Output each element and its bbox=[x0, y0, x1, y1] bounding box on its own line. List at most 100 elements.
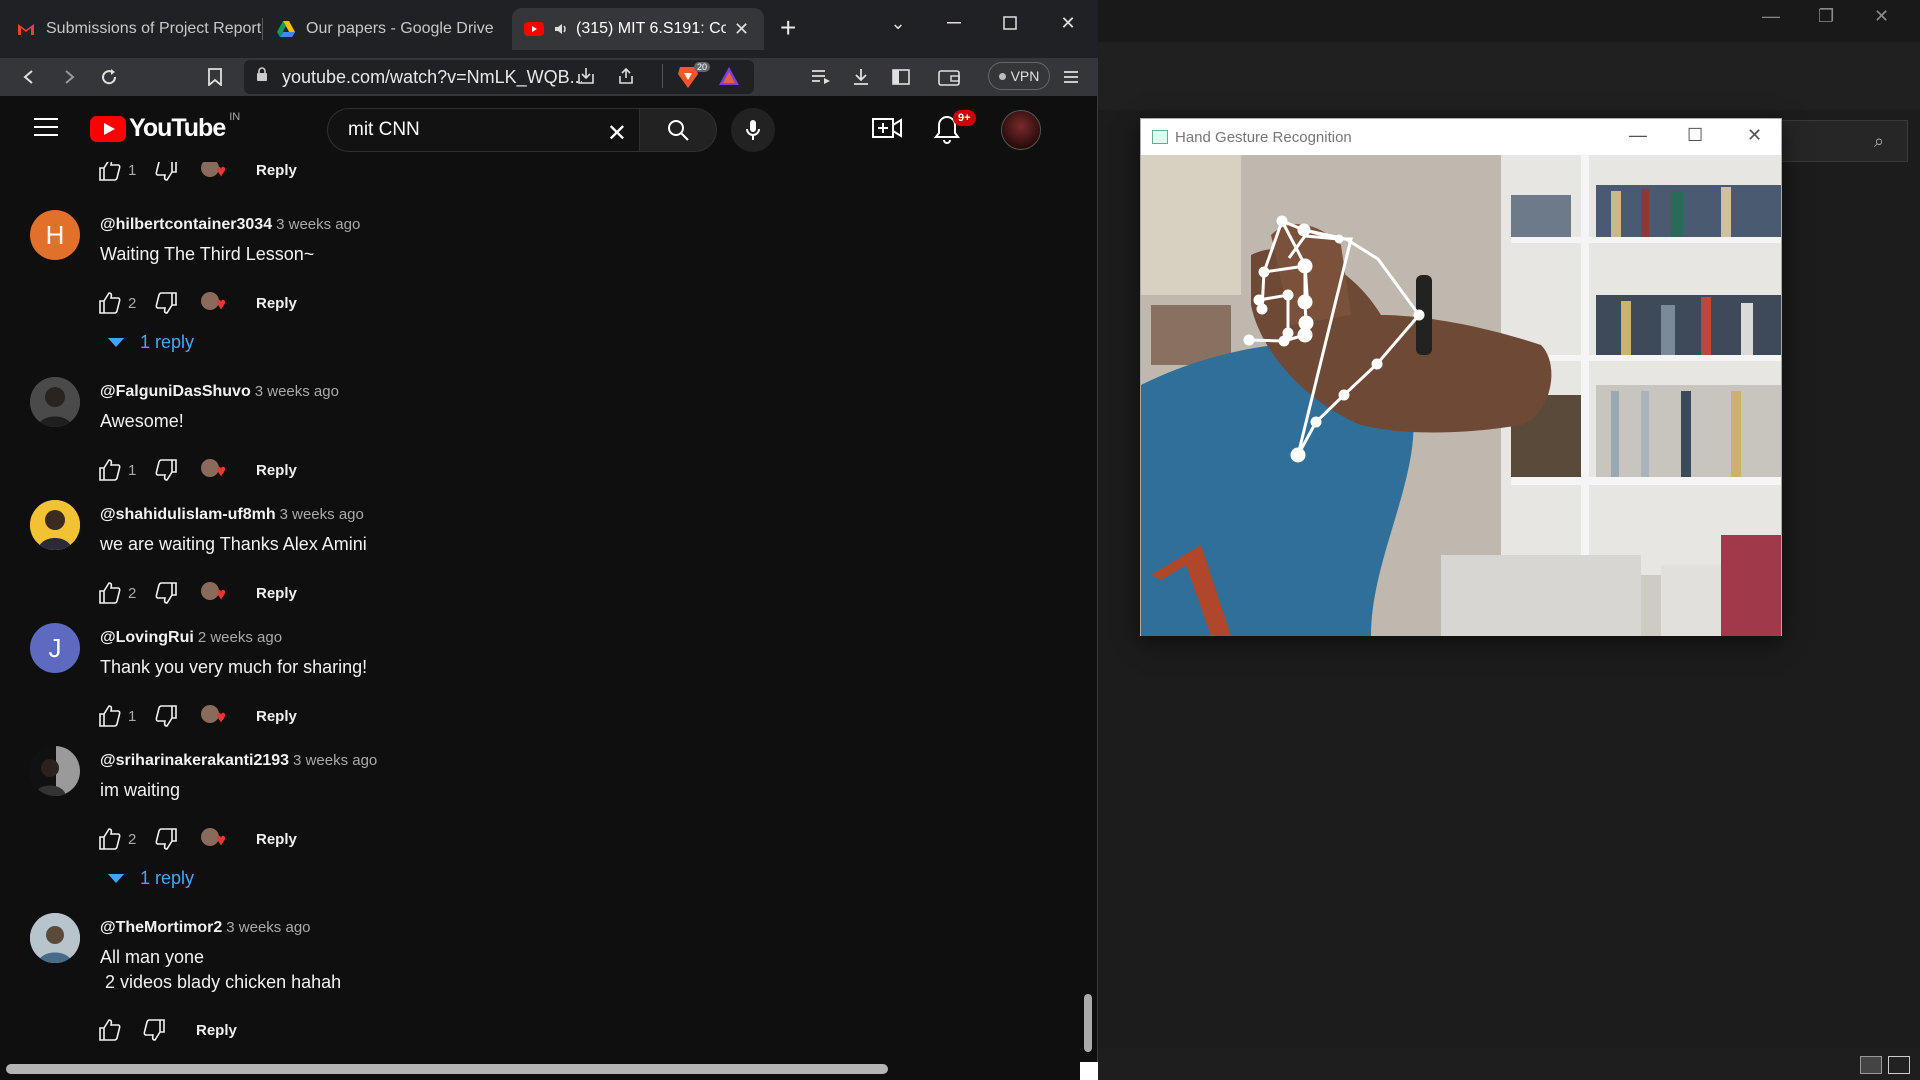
forward-button[interactable] bbox=[54, 62, 84, 92]
gesture-maximize-button[interactable]: ☐ bbox=[1687, 125, 1703, 146]
create-video-button[interactable] bbox=[872, 116, 904, 144]
dislike-icon[interactable] bbox=[152, 289, 180, 317]
comment-time[interactable]: 3 weeks ago bbox=[226, 919, 310, 936]
magnifier-icon[interactable]: ⌕ bbox=[1874, 131, 1884, 152]
comment-text-line: All man yone bbox=[100, 947, 205, 967]
brave-rewards-icon[interactable] bbox=[718, 66, 740, 91]
details-view-icon[interactable] bbox=[1860, 1056, 1882, 1074]
tab-youtube-active[interactable]: (315) MIT 6.S191: Convo ✕ bbox=[512, 8, 764, 50]
wallet-icon[interactable] bbox=[934, 62, 964, 92]
author-avatar[interactable]: J bbox=[30, 623, 80, 673]
comment-actions: 2 Reply bbox=[96, 824, 297, 854]
sidebar-toggle-icon[interactable] bbox=[886, 62, 916, 92]
guide-menu-button[interactable] bbox=[34, 118, 58, 136]
install-app-icon[interactable] bbox=[576, 66, 596, 91]
reply-button[interactable]: Reply bbox=[196, 1022, 237, 1039]
vertical-scrollbar[interactable] bbox=[1084, 994, 1092, 1052]
clear-search-icon[interactable]: ✕ bbox=[607, 119, 627, 148]
address-bar[interactable]: youtube.com/watch?v=NmLK_WQB... 20 bbox=[244, 60, 754, 94]
comment-author[interactable]: @hilbertcontainer3034 3 weeks ago bbox=[100, 216, 360, 234]
tab-search-dropdown-icon[interactable]: ⌄ bbox=[878, 8, 918, 38]
comment-time[interactable]: 3 weeks ago bbox=[293, 752, 377, 769]
account-avatar[interactable] bbox=[1001, 110, 1041, 150]
vpn-status-dot bbox=[998, 72, 1006, 80]
speaker-icon[interactable] bbox=[554, 19, 568, 39]
reply-button[interactable]: Reply bbox=[256, 585, 297, 602]
comment-author[interactable]: @shahidulislam-uf8mh 3 weeks ago bbox=[100, 506, 364, 524]
comment-author[interactable]: @sriharinakerakanti2193 3 weeks ago bbox=[100, 752, 377, 770]
comment-author[interactable]: @LovingRui 2 weeks ago bbox=[100, 629, 282, 647]
author-avatar[interactable] bbox=[30, 500, 80, 550]
reply-button[interactable]: Reply bbox=[256, 295, 297, 312]
like-icon[interactable] bbox=[96, 579, 124, 607]
tab-strip: Submissions of Project Report Our papers… bbox=[0, 0, 1098, 58]
menu-icon[interactable] bbox=[1056, 62, 1086, 92]
vpn-button[interactable]: VPN bbox=[988, 62, 1050, 90]
close-window-button[interactable]: ✕ bbox=[1048, 8, 1088, 38]
like-count: 1 bbox=[128, 162, 137, 179]
gesture-close-button[interactable]: ✕ bbox=[1747, 125, 1762, 146]
comment-actions: 2 Reply bbox=[96, 578, 297, 608]
replies-count: 1 reply bbox=[140, 868, 195, 888]
back-button[interactable] bbox=[14, 62, 44, 92]
background-restore-button[interactable]: ❐ bbox=[1818, 6, 1834, 27]
like-icon[interactable] bbox=[96, 1016, 124, 1044]
preview-view-icon[interactable] bbox=[1888, 1056, 1910, 1074]
reply-button[interactable]: Reply bbox=[256, 708, 297, 725]
horizontal-scrollbar[interactable] bbox=[6, 1064, 888, 1074]
new-tab-button[interactable]: + bbox=[780, 14, 796, 42]
like-icon[interactable] bbox=[96, 289, 124, 317]
reply-button[interactable]: Reply bbox=[256, 462, 297, 479]
comment-author[interactable]: @TheMortimor2 3 weeks ago bbox=[100, 919, 311, 937]
avatar-letter: J bbox=[48, 632, 62, 663]
share-icon[interactable] bbox=[616, 66, 636, 91]
background-search-field[interactable] bbox=[1778, 120, 1908, 162]
comment-time[interactable]: 2 weeks ago bbox=[198, 629, 282, 646]
view-replies-button[interactable]: 1 reply bbox=[108, 868, 194, 889]
like-icon[interactable] bbox=[96, 162, 124, 184]
comment-actions: 1 Reply bbox=[96, 162, 297, 185]
like-icon[interactable] bbox=[96, 825, 124, 853]
dislike-icon[interactable] bbox=[140, 1016, 168, 1044]
author-avatar[interactable] bbox=[30, 377, 80, 427]
minimize-button[interactable] bbox=[934, 8, 974, 38]
gesture-window-titlebar[interactable]: Hand Gesture Recognition — ☐ ✕ bbox=[1141, 119, 1781, 155]
playlist-icon[interactable] bbox=[806, 62, 836, 92]
bookmark-icon[interactable] bbox=[200, 62, 230, 92]
comment-time[interactable]: 3 weeks ago bbox=[255, 383, 339, 400]
downloads-icon[interactable] bbox=[846, 62, 876, 92]
comment-time[interactable]: 3 weeks ago bbox=[276, 216, 360, 233]
like-icon[interactable] bbox=[96, 456, 124, 484]
author-avatar[interactable] bbox=[30, 746, 80, 796]
author-avatar[interactable] bbox=[30, 913, 80, 963]
dislike-icon[interactable] bbox=[152, 456, 180, 484]
reply-button[interactable]: Reply bbox=[256, 831, 297, 848]
comment-time[interactable]: 3 weeks ago bbox=[280, 506, 364, 523]
avatar-letter: H bbox=[45, 219, 65, 250]
gesture-minimize-button[interactable]: — bbox=[1629, 125, 1647, 146]
close-tab-icon[interactable]: ✕ bbox=[734, 19, 749, 40]
youtube-logo[interactable]: YouTube IN bbox=[90, 111, 240, 143]
dislike-icon[interactable] bbox=[152, 579, 180, 607]
reply-button[interactable]: Reply bbox=[256, 162, 297, 179]
tab-gmail[interactable]: Submissions of Project Report bbox=[4, 8, 262, 50]
comment-actions: 2 Reply bbox=[96, 288, 297, 318]
voice-search-button[interactable] bbox=[731, 108, 775, 152]
comment-author[interactable]: @FalguniDasShuvo 3 weeks ago bbox=[100, 383, 339, 401]
search-input[interactable] bbox=[348, 119, 588, 141]
author-avatar[interactable]: H bbox=[30, 210, 80, 260]
background-close-button[interactable]: ✕ bbox=[1874, 6, 1889, 27]
view-replies-button[interactable]: 1 reply bbox=[108, 332, 194, 353]
browser-toolbar: youtube.com/watch?v=NmLK_WQB... 20 VPN bbox=[0, 58, 1098, 96]
dislike-icon[interactable] bbox=[152, 162, 180, 184]
search-button[interactable] bbox=[639, 108, 717, 152]
gmail-icon bbox=[16, 19, 36, 39]
reload-button[interactable] bbox=[94, 62, 124, 92]
maximize-button[interactable] bbox=[990, 8, 1030, 38]
like-count: 1 bbox=[128, 461, 137, 479]
background-minimize-button[interactable]: — bbox=[1762, 6, 1780, 27]
like-icon[interactable] bbox=[96, 702, 124, 730]
dislike-icon[interactable] bbox=[152, 702, 180, 730]
dislike-icon[interactable] bbox=[152, 825, 180, 853]
tab-google-drive[interactable]: Our papers - Google Drive bbox=[264, 8, 508, 50]
